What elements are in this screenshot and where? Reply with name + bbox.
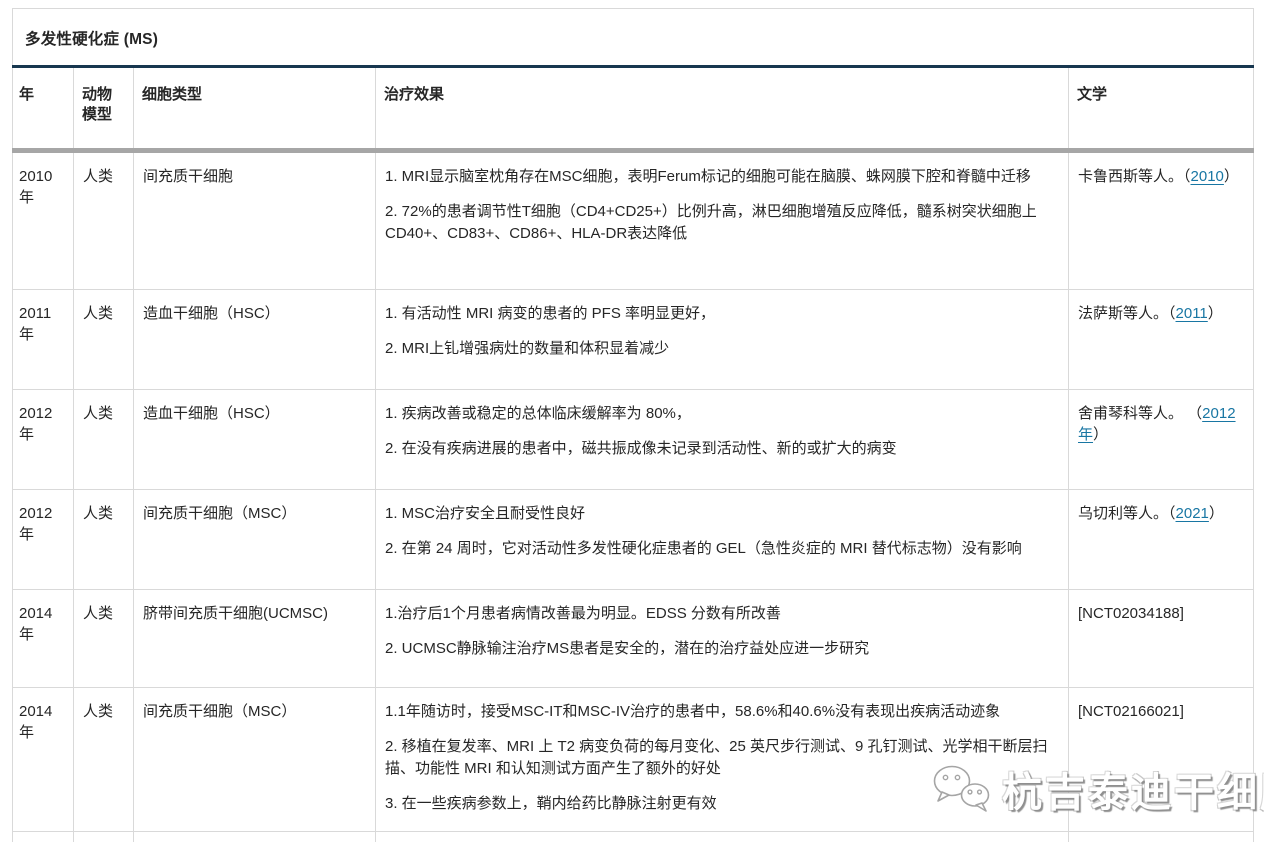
cell-type-cell: 造血干细胞（HSC） (134, 290, 376, 390)
table-title-row: 多发性硬化症 (MS) (13, 9, 1254, 67)
table-row: 2011 年 人类 造血干细胞（HSC） 1. 有活动性 MRI 病变的患者的 … (13, 290, 1254, 390)
literature-year-link[interactable]: 2010 (1191, 168, 1224, 185)
literature-text: 卡鲁西斯等人。（ (1078, 168, 1191, 185)
ms-treatment-table: 多发性硬化症 (MS) 年 动物模型 细胞类型 治疗效果 文学 2010 年 人… (12, 8, 1254, 842)
table-row: 2014 年 人类 间充质干细胞（MSC） 1.1年随访时，接受MSC-IT和M… (13, 688, 1254, 832)
table-row: 2010 年 人类 间充质干细胞 1. MRI显示脑室枕角存在MSC细胞，表明F… (13, 151, 1254, 290)
animal-model-cell: 人类 (74, 590, 134, 688)
effect-item: 2. 移植在复发率、MRI 上 T2 病变负荷的每月变化、25 英尺步行测试、9… (385, 736, 1059, 779)
effect-cell: 1. MRI显示脑室枕角存在MSC细胞，表明Ferum标记的细胞可能在脑膜、蛛网… (376, 151, 1069, 290)
animal-model-cell: 人类 (74, 290, 134, 390)
cell-type-cell: 间充质干细胞 (134, 151, 376, 290)
effect-item: 2. 72%的患者调节性T细胞（CD4+CD25+）比例升高，淋巴细胞增殖反应降… (385, 201, 1059, 244)
column-header-animal-model: 动物模型 (74, 67, 134, 151)
year-cell: 2011 年 (13, 290, 74, 390)
effect-item: 2. 在没有疾病进展的患者中，磁共振成像未记录到活动性、新的或扩大的病变 (385, 438, 1059, 459)
table-row-cutoff (13, 832, 1254, 842)
cell-type-cell: 造血干细胞（HSC） (134, 390, 376, 490)
animal-model-cell: 人类 (74, 390, 134, 490)
literature-cell: [NCT02034188] (1069, 590, 1254, 688)
year-cell: 2010 年 (13, 151, 74, 290)
literature-text-after: ） (1208, 305, 1223, 322)
literature-cell: 乌切利等人。（2021） (1069, 490, 1254, 590)
table-title: 多发性硬化症 (MS) (13, 9, 1254, 67)
table-row: 2014 年 人类 脐带间充质干细胞(UCMSC) 1.治疗后1个月患者病情改善… (13, 590, 1254, 688)
cell-type-cell: 间充质干细胞（MSC） (134, 490, 376, 590)
literature-text-after: ） (1209, 505, 1224, 522)
column-header-effect: 治疗效果 (376, 67, 1069, 151)
effect-item: 1. MRI显示脑室枕角存在MSC细胞，表明Ferum标记的细胞可能在脑膜、蛛网… (385, 166, 1059, 187)
year-cell: 2012 年 (13, 490, 74, 590)
literature-text: 法萨斯等人。（ (1078, 305, 1176, 322)
column-header-year: 年 (13, 67, 74, 151)
year-cell: 2014 年 (13, 590, 74, 688)
effect-item: 3. 在一些疾病参数上，鞘内给药比静脉注射更有效 (385, 793, 1059, 814)
effect-cell: 1. MSC治疗安全且耐受性良好 2. 在第 24 周时，它对活动性多发性硬化症… (376, 490, 1069, 590)
literature-text: 乌切利等人。（ (1078, 505, 1176, 522)
effect-cell: 1.1年随访时，接受MSC-IT和MSC-IV治疗的患者中，58.6%和40.6… (376, 688, 1069, 832)
literature-cell: 法萨斯等人。（2011） (1069, 290, 1254, 390)
literature-text-after: ） (1224, 168, 1239, 185)
effect-cell: 1.治疗后1个月患者病情改善最为明显。EDSS 分数有所改善 2. UCMSC静… (376, 590, 1069, 688)
cell-type-cell: 间充质干细胞（MSC） (134, 688, 376, 832)
literature-year-link[interactable]: 2021 (1176, 505, 1209, 522)
effect-item: 1.1年随访时，接受MSC-IT和MSC-IV治疗的患者中，58.6%和40.6… (385, 701, 1059, 722)
effect-item: 2. 在第 24 周时，它对活动性多发性硬化症患者的 GEL（急性炎症的 MRI… (385, 538, 1059, 559)
table-row: 2012 年 人类 造血干细胞（HSC） 1. 疾病改善或稳定的总体临床缓解率为… (13, 390, 1254, 490)
effect-item: 1. 疾病改善或稳定的总体临床缓解率为 80%， (385, 403, 1059, 424)
column-header-literature: 文学 (1069, 67, 1254, 151)
literature-cell: [NCT02166021] (1069, 688, 1254, 832)
column-header-cell-type: 细胞类型 (134, 67, 376, 151)
literature-cell: 卡鲁西斯等人。（2010） (1069, 151, 1254, 290)
literature-year-link[interactable]: 2011 (1176, 305, 1208, 322)
effect-item: 1. MSC治疗安全且耐受性良好 (385, 503, 1059, 524)
effect-item: 1. 有活动性 MRI 病变的患者的 PFS 率明显更好， (385, 303, 1059, 324)
table-row: 2012 年 人类 间充质干细胞（MSC） 1. MSC治疗安全且耐受性良好 2… (13, 490, 1254, 590)
effect-cell: 1. 有活动性 MRI 病变的患者的 PFS 率明显更好， 2. MRI上钆增强… (376, 290, 1069, 390)
page: 多发性硬化症 (MS) 年 动物模型 细胞类型 治疗效果 文学 2010 年 人… (0, 0, 1264, 842)
year-cell: 2012 年 (13, 390, 74, 490)
effect-item: 2. MRI上钆增强病灶的数量和体积显着减少 (385, 338, 1059, 359)
animal-model-cell: 人类 (74, 688, 134, 832)
cell-type-cell: 脐带间充质干细胞(UCMSC) (134, 590, 376, 688)
table-header-row: 年 动物模型 细胞类型 治疗效果 文学 (13, 67, 1254, 151)
literature-text-after: ） (1093, 426, 1108, 443)
animal-model-cell: 人类 (74, 490, 134, 590)
effect-cell: 1. 疾病改善或稳定的总体临床缓解率为 80%， 2. 在没有疾病进展的患者中，… (376, 390, 1069, 490)
effect-item: 1.治疗后1个月患者病情改善最为明显。EDSS 分数有所改善 (385, 603, 1059, 624)
animal-model-cell: 人类 (74, 151, 134, 290)
literature-cell: 舍甫琴科等人。 （2012年） (1069, 390, 1254, 490)
literature-text: 舍甫琴科等人。 （ (1078, 405, 1202, 422)
year-cell: 2014 年 (13, 688, 74, 832)
effect-item: 2. UCMSC静脉输注治疗MS患者是安全的，潜在的治疗益处应进一步研究 (385, 638, 1059, 659)
